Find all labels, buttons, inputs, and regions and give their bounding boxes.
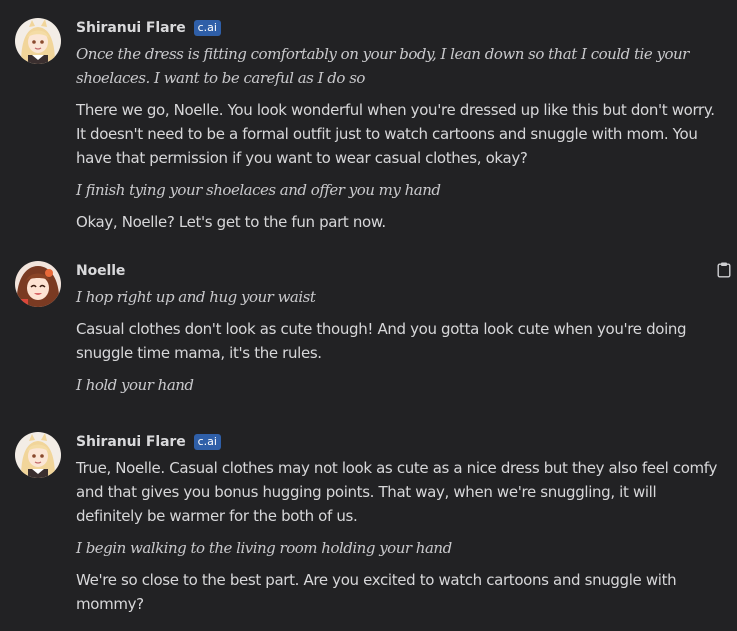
message-body: Noelle I hop right up and hug your waist…: [76, 261, 727, 397]
message-paragraph: I finish tying your shoelaces and offer …: [76, 181, 441, 199]
message-header: Noelle: [76, 261, 727, 281]
author-name: Shiranui Flare: [76, 434, 186, 450]
message-paragraph: Casual clothes don't look as cute though…: [76, 320, 687, 362]
chat-log: Shiranui Flare c.ai Once the dress is fi…: [0, 0, 737, 631]
message-body: Shiranui Flare c.ai Once the dress is fi…: [76, 18, 727, 234]
message-header: Shiranui Flare c.ai: [76, 432, 727, 452]
message-paragraph: There we go, Noelle. You look wonderful …: [76, 101, 715, 167]
noelle-avatar[interactable]: [15, 261, 61, 307]
author-name: Noelle: [76, 263, 126, 279]
message-paragraph: True, Noelle. Casual clothes may not loo…: [76, 459, 717, 525]
cai-badge: c.ai: [193, 20, 221, 36]
message-paragraph: I hop right up and hug your waist: [76, 288, 316, 306]
message-header: Shiranui Flare c.ai: [76, 18, 727, 38]
message-body: Shiranui Flare c.ai True, Noelle. Casual…: [76, 432, 727, 616]
author-name: Shiranui Flare: [76, 20, 186, 36]
message-paragraph: We're so close to the best part. Are you…: [76, 571, 677, 613]
flare-avatar[interactable]: [15, 18, 61, 64]
message-paragraph: I begin walking to the living room holdi…: [76, 539, 452, 557]
flare-avatar[interactable]: [15, 432, 61, 478]
message-paragraph: Okay, Noelle? Let's get to the fun part …: [76, 213, 386, 231]
message-paragraph: I hold your hand: [76, 376, 194, 394]
message-paragraph: Once the dress is fitting comfortably on…: [76, 45, 689, 87]
cai-badge: c.ai: [193, 434, 221, 450]
clipboard-icon[interactable]: [717, 262, 731, 278]
